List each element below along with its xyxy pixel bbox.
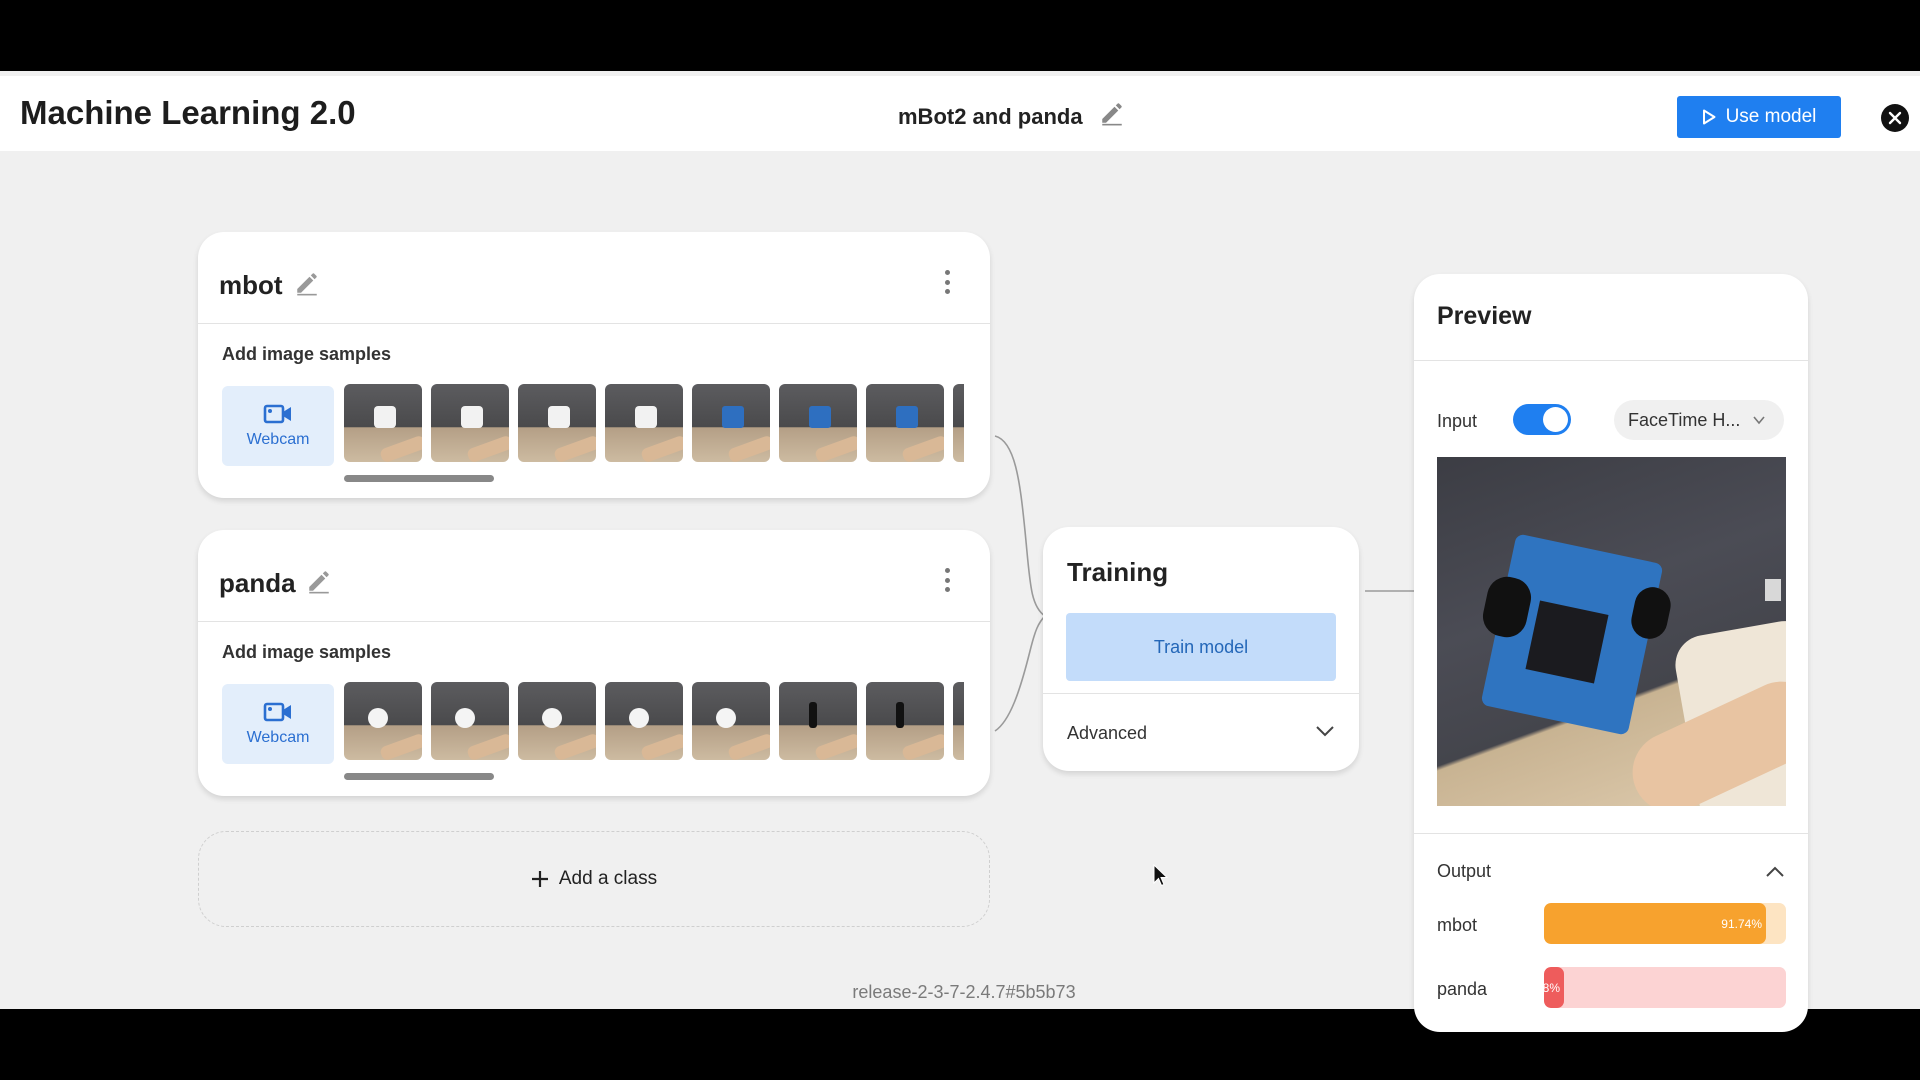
sample-thumbnail[interactable] [344, 682, 422, 760]
more-options-icon[interactable] [943, 568, 951, 592]
version-footer: release-2-3-7-2.4.7#5b5b73 [852, 982, 1076, 1002]
chevron-down-icon[interactable] [1313, 719, 1337, 743]
confidence-fill: 91.74% [1544, 903, 1766, 944]
sample-thumbnail[interactable] [605, 682, 683, 760]
edit-project-name-icon[interactable] [1099, 100, 1125, 131]
top-bar: Machine Learning 2.0 mBot2 and panda Use… [0, 76, 1920, 151]
thumbnails-scrollbar[interactable] [344, 773, 494, 780]
webcam-button[interactable]: Webcam [222, 684, 334, 764]
sample-thumbnails [344, 682, 964, 762]
sample-thumbnail[interactable] [692, 682, 770, 760]
sample-thumbnail[interactable] [866, 682, 944, 760]
play-icon [1702, 109, 1716, 125]
sample-thumbnail[interactable] [953, 384, 964, 462]
divider [1043, 693, 1359, 694]
training-card: Training Train model Advanced [1043, 527, 1359, 771]
camera-select[interactable]: FaceTime H... [1614, 400, 1784, 440]
train-model-button[interactable]: Train model [1066, 613, 1336, 681]
input-label: Input [1437, 411, 1478, 431]
add-class-button[interactable]: Add a class [198, 831, 990, 927]
webcam-button[interactable]: Webcam [222, 386, 334, 466]
add-samples-label: Add image samples [222, 642, 392, 662]
sample-thumbnail[interactable] [692, 384, 770, 462]
more-options-icon[interactable] [943, 270, 951, 294]
webcam-label: Webcam [246, 431, 310, 448]
edit-class-name-icon[interactable] [306, 568, 332, 599]
edit-class-name-icon[interactable] [294, 270, 320, 301]
sample-thumbnail[interactable] [518, 384, 596, 462]
mouse-cursor-icon [1153, 864, 1169, 887]
plus-icon [531, 871, 548, 887]
sample-thumbnail[interactable] [605, 384, 683, 462]
class-card-header: mbot [198, 232, 990, 324]
sample-thumbnail[interactable] [779, 682, 857, 760]
thumbnails-scrollbar[interactable] [344, 475, 494, 482]
sample-thumbnail[interactable] [431, 682, 509, 760]
sample-thumbnail[interactable] [431, 384, 509, 462]
project-name: mBot2 and panda [898, 104, 1083, 129]
webcam-label: Webcam [246, 729, 310, 746]
sample-thumbnail[interactable] [344, 384, 422, 462]
video-camera-icon [263, 404, 291, 424]
close-icon [1888, 111, 1902, 125]
sample-thumbnail[interactable] [518, 682, 596, 760]
app-screen: Machine Learning 2.0 mBot2 and panda Use… [0, 71, 1920, 1032]
training-title: Training [1067, 557, 1169, 587]
add-class-label: Add a class [558, 868, 658, 889]
class-card-mbot: mbot Add image samples Webcam [198, 232, 990, 498]
preview-card: Preview Input FaceTime H... Output mbot … [1414, 274, 1808, 1032]
chevron-down-icon [1753, 416, 1765, 425]
add-samples-label: Add image samples [222, 344, 392, 364]
output-label: Output [1437, 861, 1492, 881]
preview-title: Preview [1437, 302, 1532, 330]
class-card-panda: panda Add image samples Webcam [198, 530, 990, 796]
advanced-label[interactable]: Advanced [1067, 723, 1147, 744]
divider [1414, 833, 1808, 834]
use-model-button[interactable]: Use model [1677, 96, 1841, 138]
webcam-preview-image [1437, 457, 1786, 806]
sample-thumbnail[interactable] [866, 384, 944, 462]
output-class-label: mbot [1437, 915, 1478, 935]
class-card-header: panda [198, 530, 990, 622]
sample-thumbnail[interactable] [953, 682, 964, 760]
confidence-percent: 91.74% [1721, 916, 1762, 931]
chevron-up-icon[interactable] [1764, 861, 1786, 883]
camera-select-value: FaceTime H... [1628, 409, 1741, 430]
class-name: panda [219, 568, 296, 598]
class-name: mbot [219, 270, 283, 300]
confidence-bar-mbot: 91.74% [1544, 903, 1786, 944]
input-toggle[interactable] [1513, 404, 1571, 435]
app-title: Machine Learning 2.0 [20, 94, 356, 131]
video-camera-icon [263, 702, 291, 722]
sample-thumbnails [344, 384, 964, 464]
divider [1414, 360, 1808, 361]
close-button[interactable] [1881, 104, 1909, 132]
use-model-label: Use model [1725, 106, 1817, 127]
sample-thumbnail[interactable] [779, 384, 857, 462]
